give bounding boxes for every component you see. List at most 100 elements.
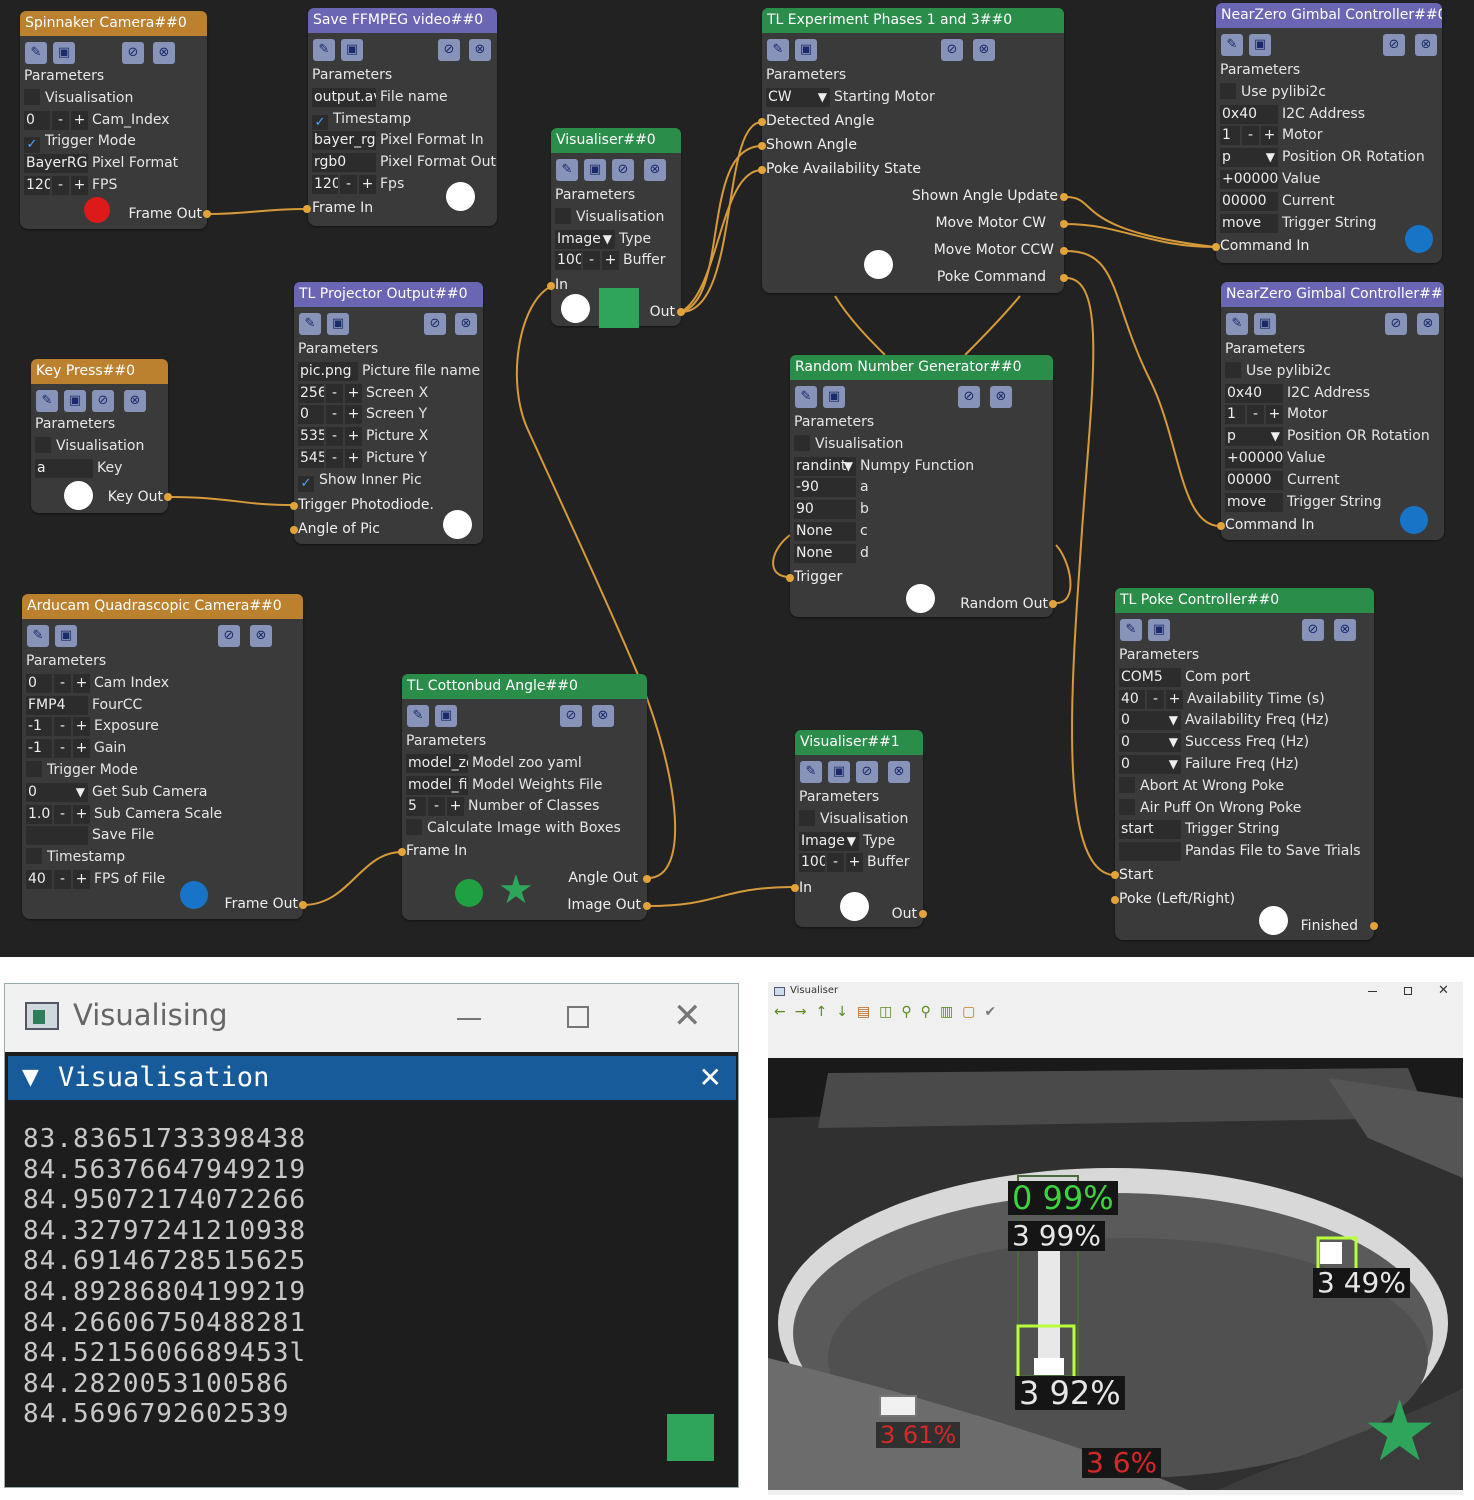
increment-button[interactable]: + — [359, 174, 376, 194]
decrement-button[interactable]: - — [54, 739, 71, 759]
pan-icon[interactable]: ◫ — [879, 1004, 901, 1020]
availability-time-field[interactable]: 40 — [1119, 689, 1145, 709]
calculate-boxes-checkbox[interactable] — [406, 819, 422, 836]
node-tl-experiment[interactable]: TL Experiment Phases 1 and 3##0 ✎ ▣ ⊘ ⊗ … — [758, 8, 1068, 293]
increment-button[interactable]: + — [1261, 126, 1278, 146]
exposure-field[interactable]: -1 — [26, 717, 52, 737]
pixel-format-in-field[interactable]: bayer_rggb8 — [312, 131, 376, 151]
save-icon[interactable]: ▣ — [584, 159, 606, 181]
increment-button[interactable]: + — [447, 797, 464, 817]
increment-button[interactable]: + — [345, 448, 362, 468]
close-icon[interactable]: ⊗ — [1334, 619, 1356, 641]
key-out-pin[interactable] — [164, 493, 172, 501]
edit-icon[interactable]: ✎ — [407, 705, 429, 727]
buffer-field[interactable]: 100 — [799, 853, 825, 873]
starting-motor-select[interactable]: CW ▼ — [766, 87, 830, 107]
save-icon[interactable]: ▣ — [341, 39, 363, 61]
save-icon[interactable]: ▣ — [1148, 619, 1170, 641]
finished-pin[interactable] — [1370, 922, 1378, 930]
close-icon[interactable]: ⊗ — [1417, 313, 1439, 335]
decrement-button[interactable]: - — [428, 797, 445, 817]
command-in-pin[interactable] — [1212, 243, 1220, 251]
trigger-string-field[interactable]: move — [1225, 492, 1283, 512]
start-pin[interactable] — [1111, 871, 1119, 879]
increment-button[interactable]: + — [73, 673, 90, 693]
trigger-pin[interactable] — [786, 574, 794, 582]
pixel-format-out-field[interactable]: rgb0 — [312, 153, 376, 173]
trigger-photodiode-pin[interactable] — [290, 502, 298, 510]
edit-icon[interactable]: ✎ — [313, 39, 335, 61]
increment-button[interactable]: + — [345, 405, 362, 425]
disable-icon[interactable]: ⊘ — [560, 705, 582, 727]
edit-icon[interactable]: ✎ — [36, 390, 58, 412]
motor-field[interactable]: 1 — [1225, 405, 1245, 425]
visualisation-checkbox[interactable] — [24, 88, 40, 105]
show-inner-pic-checkbox[interactable]: ✓ — [298, 475, 314, 492]
disable-icon[interactable]: ⊘ — [958, 386, 980, 408]
increment-button[interactable]: + — [1266, 405, 1283, 425]
out-pin[interactable] — [677, 308, 685, 316]
disable-icon[interactable]: ⊘ — [612, 159, 634, 181]
gain-field[interactable]: -1 — [26, 739, 52, 759]
screen-y-field[interactable]: 0 — [298, 405, 324, 425]
shown-angle-pin[interactable] — [758, 142, 766, 150]
value-field[interactable]: +00000 — [1220, 169, 1278, 189]
poke-availability-pin[interactable] — [758, 166, 766, 174]
save-icon[interactable]: ▣ — [1254, 313, 1276, 335]
classes-field[interactable]: 5 — [406, 797, 426, 817]
minimize-button[interactable] — [457, 1018, 481, 1020]
edit-icon[interactable]: ✎ — [800, 761, 822, 783]
settings-icon[interactable]: ✔ — [984, 1004, 1005, 1020]
decrement-button[interactable]: - — [326, 448, 343, 468]
detected-angle-pin[interactable] — [758, 118, 766, 126]
air-puff-checkbox[interactable] — [1119, 798, 1135, 815]
increment-button[interactable]: + — [345, 383, 362, 403]
value-field[interactable]: +00000 — [1225, 448, 1283, 468]
edit-icon[interactable]: ✎ — [1226, 313, 1248, 335]
angle-out-pin[interactable] — [643, 875, 651, 883]
frame-out-pin[interactable] — [299, 901, 307, 909]
trigger-mode-checkbox[interactable] — [26, 760, 42, 777]
increment-button[interactable]: + — [73, 717, 90, 737]
disable-icon[interactable]: ⊘ — [1383, 34, 1405, 56]
increment-button[interactable]: + — [73, 869, 90, 889]
maximize-button[interactable] — [567, 1006, 589, 1028]
frame-in-pin[interactable] — [303, 205, 311, 213]
save-icon[interactable]: ▣ — [327, 313, 349, 335]
node-save-ffmpeg[interactable]: Save FFMPEG video##0 ✎ ▣ ⊘ ⊗ Parameters … — [303, 8, 497, 226]
motor-field[interactable]: 1 — [1220, 126, 1240, 146]
zoom-in-icon[interactable]: ⚲ — [901, 1004, 920, 1020]
decrement-button[interactable]: - — [326, 405, 343, 425]
edit-icon[interactable]: ✎ — [1221, 34, 1243, 56]
save-icon[interactable]: ▣ — [828, 761, 850, 783]
window-titlebar[interactable]: Visualiser ✕ — [768, 982, 1463, 1002]
key-field[interactable]: a — [35, 458, 93, 478]
save-icon[interactable]: ▣ — [53, 42, 75, 64]
increment-button[interactable]: + — [73, 739, 90, 759]
model-weights-field[interactable]: model_file — [406, 775, 468, 795]
trigger-mode-checkbox[interactable]: ✓ — [24, 137, 40, 154]
i2c-address-field[interactable]: 0x40 — [1220, 104, 1278, 124]
pandas-file-field[interactable] — [1119, 842, 1181, 862]
node-random-number-generator[interactable]: Random Number Generator##0 ✎ ▣ ⊘ ⊗ Param… — [786, 355, 1057, 617]
visualising-window[interactable]: Visualising ✕ ▼ Visualisation ✕ 83.83651… — [4, 983, 739, 1488]
picture-x-field[interactable]: 535 — [298, 427, 324, 447]
increment-button[interactable]: + — [1166, 689, 1183, 709]
shown-angle-update-pin[interactable] — [1060, 193, 1068, 201]
close-icon[interactable]: ⊗ — [888, 761, 910, 783]
cam-index-field[interactable]: 0 — [24, 110, 50, 130]
screen-x-field[interactable]: 256 — [298, 383, 324, 403]
forward-icon[interactable]: → — [795, 1004, 816, 1020]
poke-left-right-pin[interactable] — [1111, 896, 1119, 904]
disable-icon[interactable]: ⊘ — [941, 39, 963, 61]
edit-icon[interactable]: ✎ — [767, 39, 789, 61]
visualisation-checkbox[interactable] — [794, 434, 810, 451]
close-section-icon[interactable]: ✕ — [699, 1056, 722, 1100]
success-freq-select[interactable]: 0 ▼ — [1119, 733, 1181, 753]
visualisation-checkbox[interactable] — [35, 436, 51, 453]
close-icon[interactable]: ⊗ — [644, 159, 666, 181]
type-select[interactable]: Image ▼ — [799, 831, 859, 851]
increment-button[interactable]: + — [71, 110, 88, 130]
edit-icon[interactable]: ✎ — [299, 313, 321, 335]
image-icon[interactable]: ▤ — [857, 1004, 879, 1020]
